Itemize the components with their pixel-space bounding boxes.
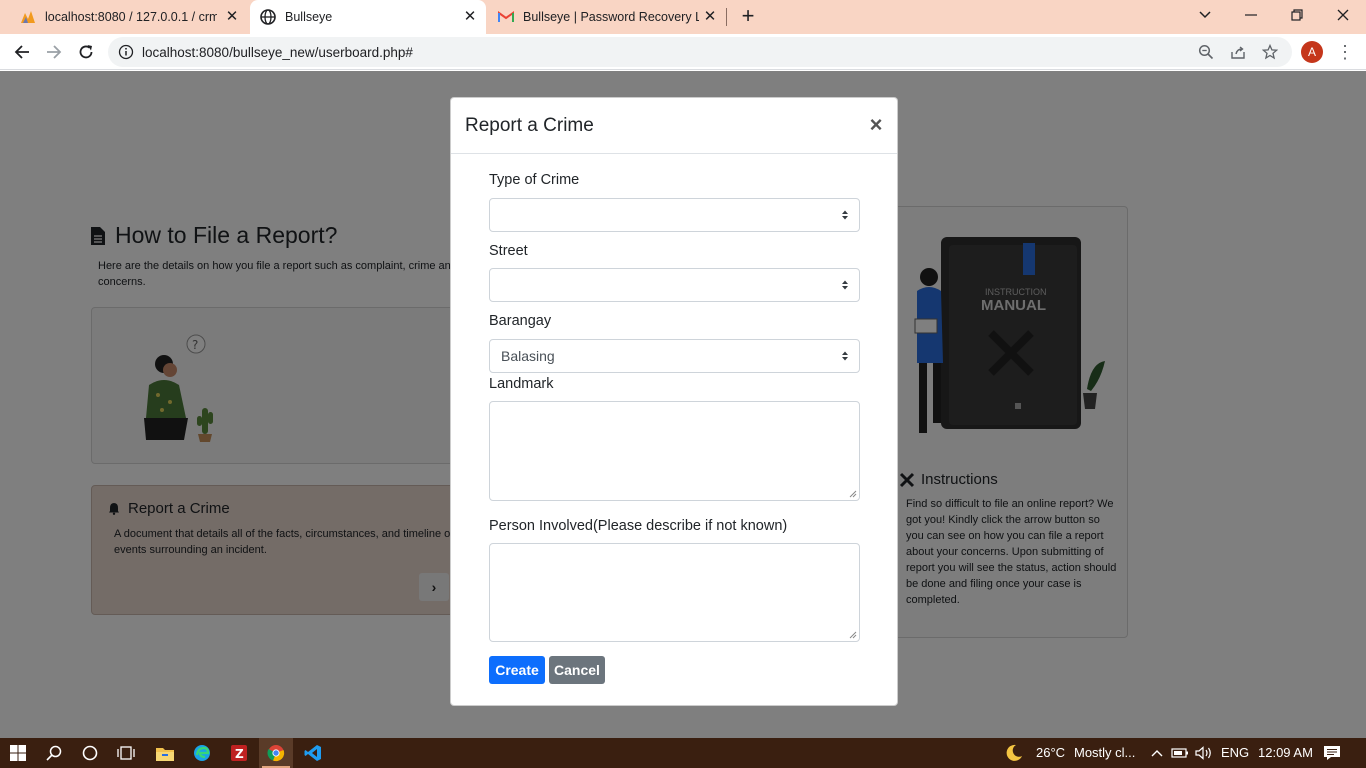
tab-separator (726, 8, 727, 26)
browser-toolbar: localhost:8080/bullseye_new/userboard.ph… (0, 34, 1366, 70)
landmark-textarea[interactable] (489, 401, 860, 501)
tab-title: Bullseye (285, 10, 333, 24)
vscode-icon[interactable] (303, 743, 323, 763)
file-explorer-icon[interactable] (155, 743, 175, 763)
barangay-select[interactable]: Balasing (489, 339, 860, 373)
close-tab-icon[interactable]: ✕ (224, 9, 240, 25)
menu-icon[interactable]: ⋮ (1336, 42, 1354, 62)
globe-icon (260, 9, 276, 25)
tab-title: localhost:8080 / 127.0.0.1 / crms_ (45, 10, 217, 24)
resize-grip-icon (849, 631, 857, 639)
modal-title: Report a Crime (465, 115, 594, 136)
crime-type-select[interactable] (489, 198, 860, 232)
forward-button[interactable] (42, 40, 66, 64)
info-icon (118, 44, 134, 60)
select-caret-icon (842, 351, 848, 361)
street-select[interactable] (489, 268, 860, 302)
resize-grip-icon (849, 490, 857, 498)
battery-icon[interactable] (1170, 743, 1190, 763)
minimize-button[interactable] (1228, 0, 1274, 30)
tab-phpmyadmin[interactable]: localhost:8080 / 127.0.0.1 / crms_ ✕ (12, 0, 248, 34)
modal-close-button[interactable]: × (867, 114, 885, 136)
barangay-label: Barangay (489, 313, 552, 329)
weather-moon-icon[interactable] (1004, 743, 1024, 763)
reload-button[interactable] (74, 40, 98, 64)
select-caret-icon (842, 210, 848, 220)
select-caret-icon (842, 280, 848, 290)
person-involved-textarea[interactable] (489, 543, 860, 642)
restore-icon (1291, 9, 1303, 21)
restore-button[interactable] (1274, 0, 1320, 30)
tab-title: Bullseye | Password Recovery Link (523, 10, 699, 24)
chevron-up-icon[interactable] (1147, 743, 1167, 763)
svg-text:Z: Z (235, 747, 244, 761)
windows-start-icon[interactable] (8, 743, 28, 763)
report-crime-modal: Report a Crime × Type of Crime Street Ba… (450, 97, 898, 706)
cancel-button[interactable]: Cancel (549, 656, 605, 684)
browser-tab-bar: localhost:8080 / 127.0.0.1 / crms_ ✕ Bul… (0, 0, 1366, 34)
tab-bullseye[interactable]: Bullseye ✕ (250, 0, 486, 34)
zoom-icon (1198, 44, 1214, 60)
street-label: Street (489, 243, 528, 259)
close-tab-icon[interactable]: ✕ (702, 9, 718, 25)
speaker-icon[interactable] (1194, 743, 1214, 763)
share-icon (1231, 46, 1245, 59)
notification-icon[interactable] (1322, 743, 1342, 763)
task-view-icon[interactable] (116, 743, 136, 763)
chrome-icon[interactable] (266, 743, 286, 763)
tab-gmail[interactable]: Bullseye | Password Recovery Link ✕ (490, 0, 726, 34)
url-text: localhost:8080/bullseye_new/userboard.ph… (142, 45, 413, 60)
crime-type-label: Type of Crime (489, 172, 580, 188)
close-window-button[interactable] (1320, 0, 1366, 30)
back-button[interactable] (10, 40, 34, 64)
arrow-right-icon (47, 45, 62, 59)
weather-condition[interactable]: Mostly cl... (1074, 745, 1135, 760)
create-button[interactable]: Create (489, 656, 545, 684)
clock-time[interactable]: 12:09 AM (1258, 745, 1313, 760)
cortana-icon[interactable] (80, 743, 100, 763)
windows-taskbar: Z 26°C Mostly cl... ENG 12:09 AM (0, 738, 1366, 768)
modal-header: Report a Crime × (451, 98, 897, 154)
address-bar[interactable]: localhost:8080/bullseye_new/userboard.ph… (108, 37, 1292, 67)
arrow-left-icon (14, 45, 29, 59)
profile-avatar[interactable]: A (1301, 41, 1323, 63)
search-icon[interactable] (44, 743, 64, 763)
phpmyadmin-icon (20, 9, 36, 25)
weather-temperature[interactable]: 26°C (1036, 745, 1065, 760)
chevron-down-icon (1199, 11, 1211, 19)
gmail-icon (498, 9, 514, 25)
input-language[interactable]: ENG (1221, 745, 1249, 760)
new-tab-button[interactable]: + (736, 5, 760, 29)
person-involved-label: Person Involved(Please describe if not k… (489, 518, 788, 534)
edge-icon[interactable] (192, 743, 212, 763)
minimize-icon (1245, 14, 1257, 16)
reload-icon (79, 45, 93, 59)
close-icon (1337, 9, 1349, 21)
landmark-label: Landmark (489, 376, 554, 392)
tab-search-button[interactable] (1182, 0, 1228, 30)
filezilla-icon[interactable]: Z (229, 743, 249, 763)
close-tab-icon[interactable]: ✕ (462, 9, 478, 25)
bookmark-star-icon (1262, 44, 1278, 60)
